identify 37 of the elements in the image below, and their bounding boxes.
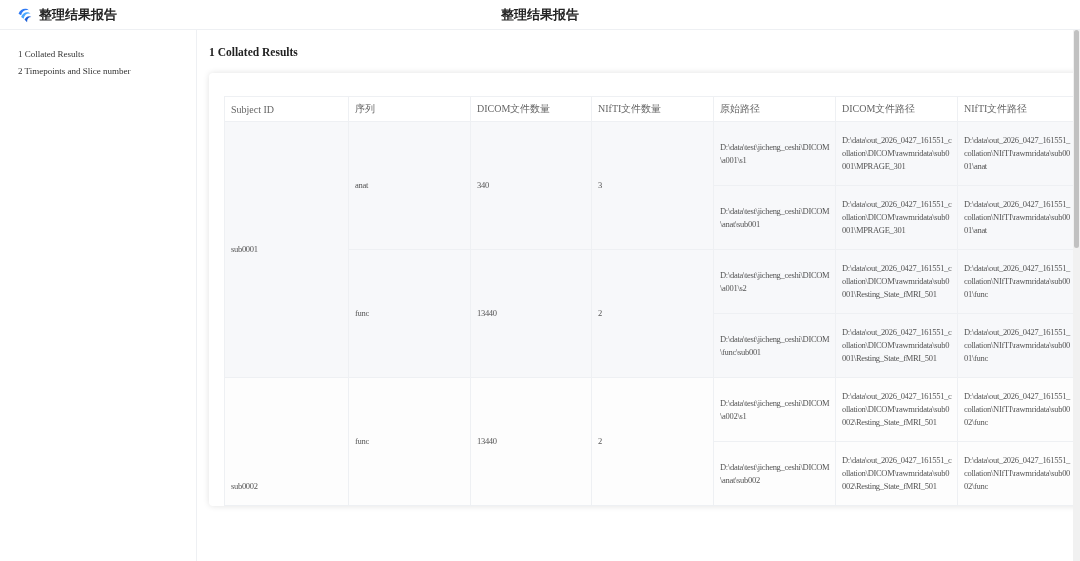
table-cell: sub0002 [224,377,349,506]
sidebar-link[interactable]: 1 Collated Results [18,48,196,60]
column-header: NIfTI文件数量 [591,96,714,122]
column-header: DICOM文件数量 [470,96,592,122]
brand-name: 整理结果报告 [39,5,117,24]
table-cell: D:\data\out_2026_0427_161551_collation\DICOM\rawmridata\sub0002\Resting_State_fMRI_501 [835,377,958,442]
scrollbar[interactable] [1073,30,1080,561]
table-cell: D:\data\test\jicheng_ceshi\DICOM\anat\sub001 [713,185,836,250]
table-cell: D:\data\test\jicheng_ceshi\DICOM\anat\sub002 [713,441,836,506]
table-cell: func [348,249,471,378]
table-cell: D:\data\out_2026_0427_161551_collation\DICOM\rawmridata\sub0001\MPRAGE_301 [835,185,958,250]
table-cell: D:\data\out_2026_0427_161551_collation\DICOM\rawmridata\sub0002\Resting_State_fMRI_501 [835,441,958,506]
table-cell: D:\data\out_2026_0427_161551_collation\DICOM\rawmridata\sub0001\MPRAGE_301 [835,121,958,186]
table-cell: D:\data\test\jicheng_ceshi\DICOM\func\sub001 [713,313,836,378]
table-cell: D:\data\test\jicheng_ceshi\DICOM\a001\s2 [713,249,836,314]
sidebar-link[interactable]: 2 Timepoints and Slice number [18,65,196,77]
section-title: 1 Collated Results [209,46,299,58]
table-cell: D:\data\out_2026_0427_161551_collation\DICOM\rawmridata\sub0001\Resting_State_fMRI_501 [835,249,958,314]
page-title: 整理结果报告 [501,5,579,24]
scroll-thumb[interactable] [1074,30,1079,248]
table-cell: 340 [470,121,592,250]
table-cell: 13440 [470,249,592,378]
column-header: 原始路径 [713,96,836,122]
logo-icon [16,6,33,23]
table-cell: D:\data\test\jicheng_ceshi\DICOM\a002\s1 [713,377,836,442]
column-header: Subject ID [224,96,349,122]
table-cell: D:\data\out_2026_0427_161551_collation\DICOM\rawmridata\sub0001\Resting_State_fMRI_501 [835,313,958,378]
table-cell: 3 [591,121,714,250]
table-cell: 2 [591,249,714,378]
table-cell: D:\data\test\jicheng_ceshi\DICOM\a001\s1 [713,121,836,186]
table-cell: func [348,377,471,506]
table-cell: anat [348,121,471,250]
table-cell: 2 [591,377,714,506]
table-cell: sub0001 [224,121,349,378]
column-header: DICOM文件路径 [835,96,958,122]
column-header: 序列 [348,96,471,122]
table-cell: 13440 [470,377,592,506]
